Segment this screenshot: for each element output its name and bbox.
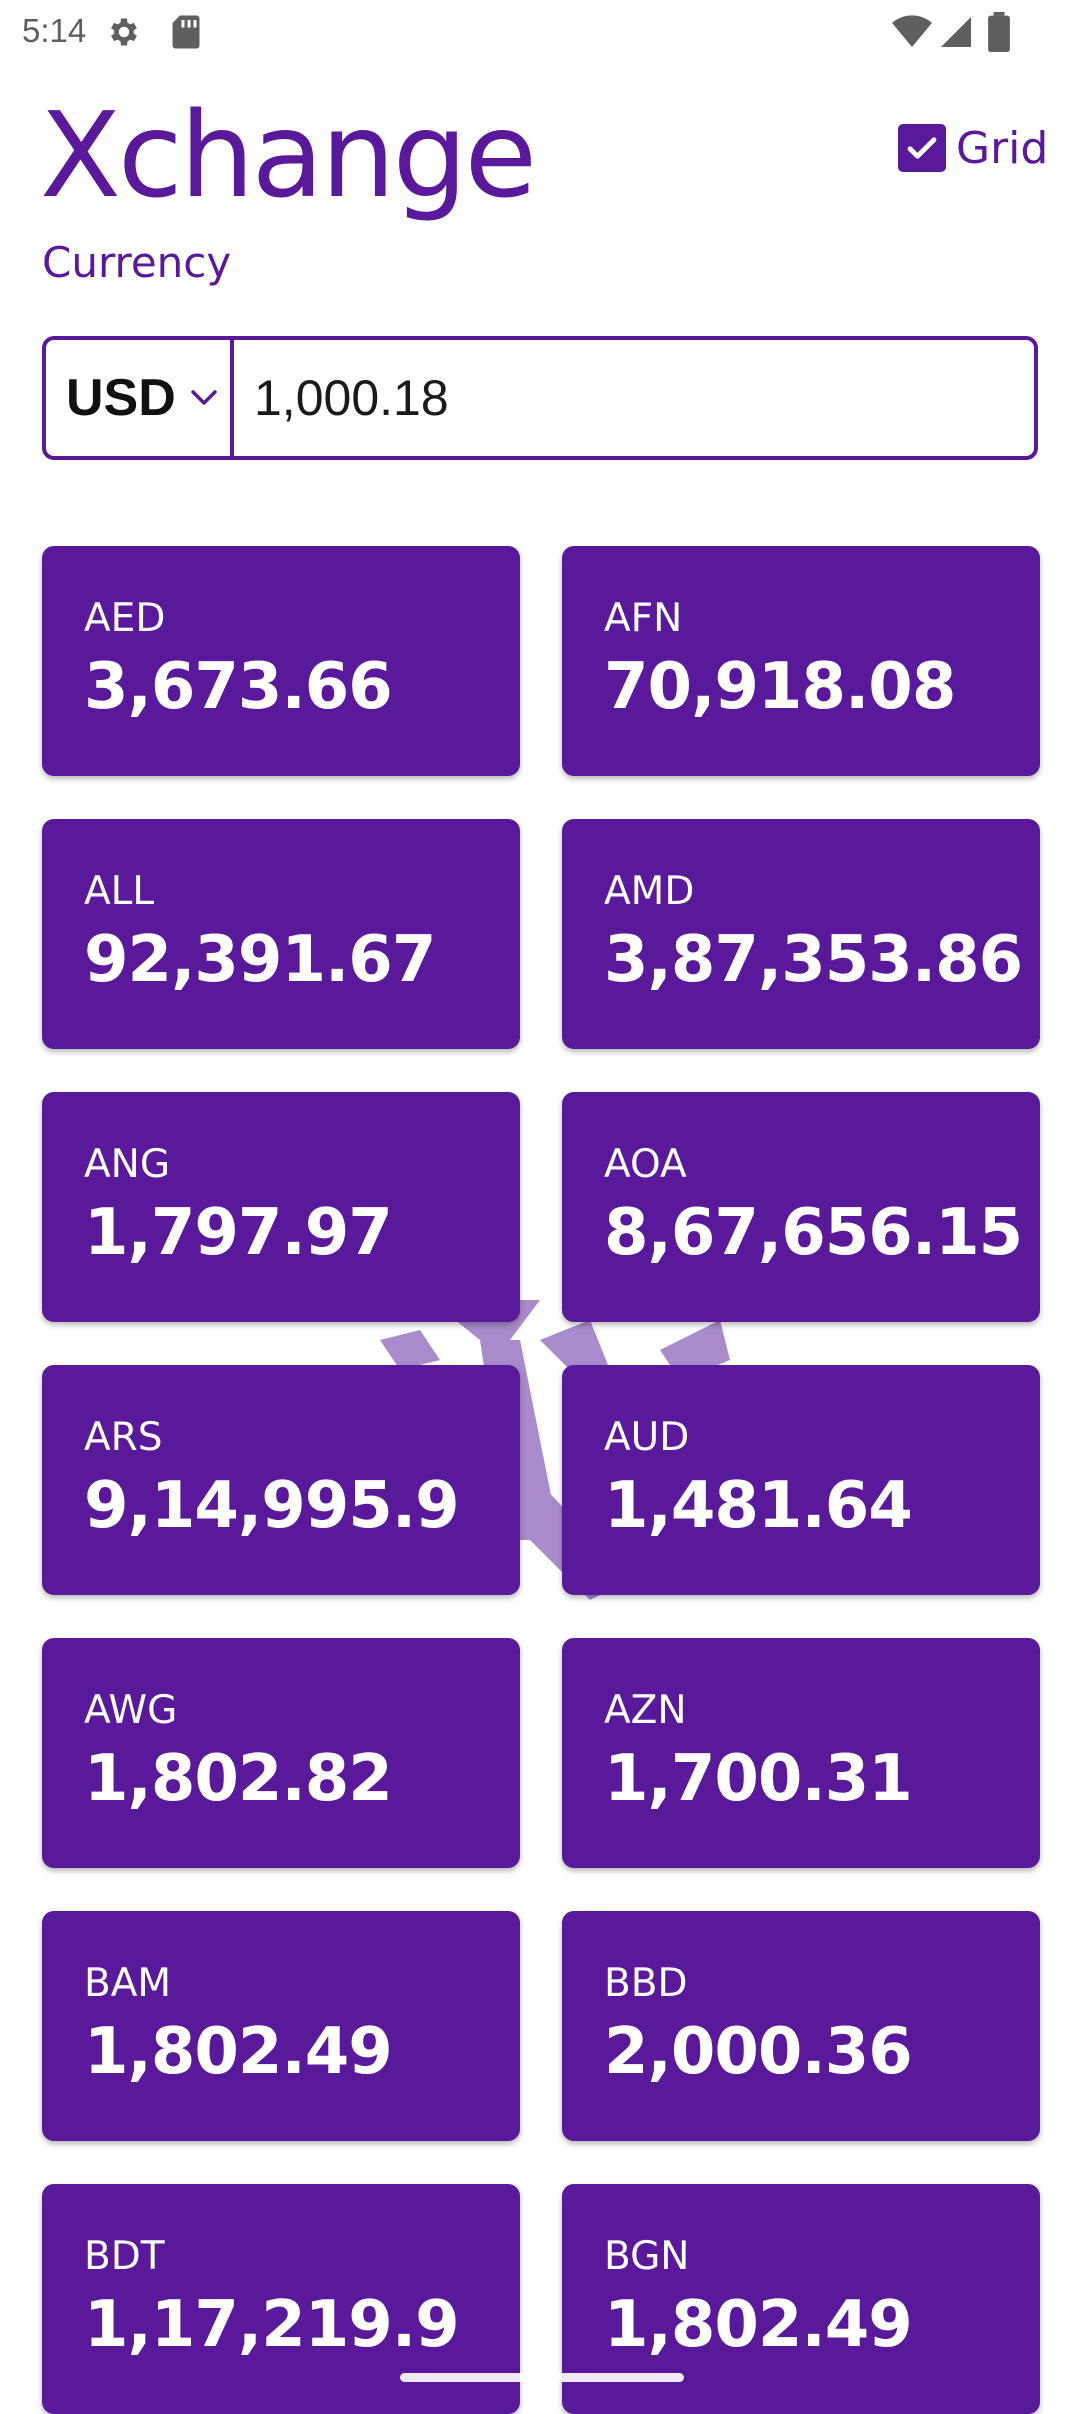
currency-card[interactable]: BAM 1,802.49 [42, 1911, 520, 2141]
currency-card[interactable]: ALL 92,391.67 [42, 819, 520, 1049]
currency-card[interactable]: AOA 8,67,656.15 [562, 1092, 1040, 1322]
check-icon [907, 137, 937, 159]
currency-card[interactable]: AMD 3,87,353.86 [562, 819, 1040, 1049]
currency-code: AUD [604, 1415, 690, 1460]
currency-value: 2,000.36 [604, 2015, 913, 2089]
currency-value: 70,918.08 [604, 650, 956, 724]
base-currency-code: USD [66, 369, 176, 427]
currency-value: 1,802.49 [84, 2015, 393, 2089]
base-currency-dropdown[interactable]: USD [46, 340, 234, 456]
amount-input[interactable] [234, 339, 1034, 457]
currency-card[interactable]: AFN 70,918.08 [562, 546, 1040, 776]
currency-value: 1,797.97 [84, 1196, 393, 1270]
status-time: 5:14 [22, 12, 87, 49]
signal-icon [938, 14, 974, 54]
currency-value: 1,700.31 [604, 1742, 913, 1816]
currency-code: BAM [84, 1961, 172, 2006]
currency-card[interactable]: AWG 1,802.82 [42, 1638, 520, 1868]
currency-card[interactable]: BBD 2,000.36 [562, 1911, 1040, 2141]
currency-value: 92,391.67 [84, 923, 436, 997]
currency-card[interactable]: ARS 9,14,995.9 [42, 1365, 520, 1595]
wifi-icon [892, 14, 932, 54]
currency-value: 3,673.66 [84, 650, 393, 724]
currency-code: AED [84, 596, 166, 641]
converter-input-box: USD [42, 336, 1038, 460]
currency-code: ARS [84, 1415, 163, 1460]
app-title: Xchange [40, 86, 537, 224]
currency-code: BBD [604, 1961, 688, 2006]
currency-value: 1,802.82 [84, 1742, 393, 1816]
grid-checkbox[interactable] [898, 124, 946, 172]
currency-card[interactable]: AED 3,673.66 [42, 546, 520, 776]
currency-card[interactable]: AUD 1,481.64 [562, 1365, 1040, 1595]
grid-label: Grid [956, 122, 1049, 174]
chevron-down-icon [191, 390, 217, 405]
currency-card[interactable]: AZN 1,700.31 [562, 1638, 1040, 1868]
currency-value: 8,67,656.15 [604, 1196, 1023, 1270]
settings-icon [106, 14, 142, 54]
app-subtitle: Currency [42, 238, 232, 287]
currency-grid: AED 3,673.66 AFN 70,918.08 ALL 92,391.67 AMD 3,… [42, 546, 1040, 2414]
currency-code: AWG [84, 1688, 178, 1733]
currency-code: BGN [604, 2234, 690, 2279]
status-bar: 5:14 [0, 0, 1080, 64]
currency-code: ANG [84, 1142, 171, 1187]
gesture-nav-handle[interactable] [400, 2373, 684, 2382]
sd-card-icon [170, 14, 202, 54]
currency-value: 1,17,219.9 [84, 2288, 460, 2362]
currency-value: 1,802.49 [604, 2288, 913, 2362]
currency-code: AOA [604, 1142, 687, 1187]
currency-code: BDT [84, 2234, 165, 2279]
currency-card[interactable]: ANG 1,797.97 [42, 1092, 520, 1322]
battery-icon [988, 12, 1010, 56]
currency-code: AFN [604, 596, 683, 641]
currency-code: AZN [604, 1688, 687, 1733]
grid-toggle[interactable]: Grid [898, 122, 1048, 174]
currency-value: 3,87,353.86 [604, 923, 1023, 997]
currency-value: 9,14,995.9 [84, 1469, 460, 1543]
currency-code: ALL [84, 869, 155, 914]
currency-code: AMD [604, 869, 695, 914]
currency-value: 1,481.64 [604, 1469, 913, 1543]
